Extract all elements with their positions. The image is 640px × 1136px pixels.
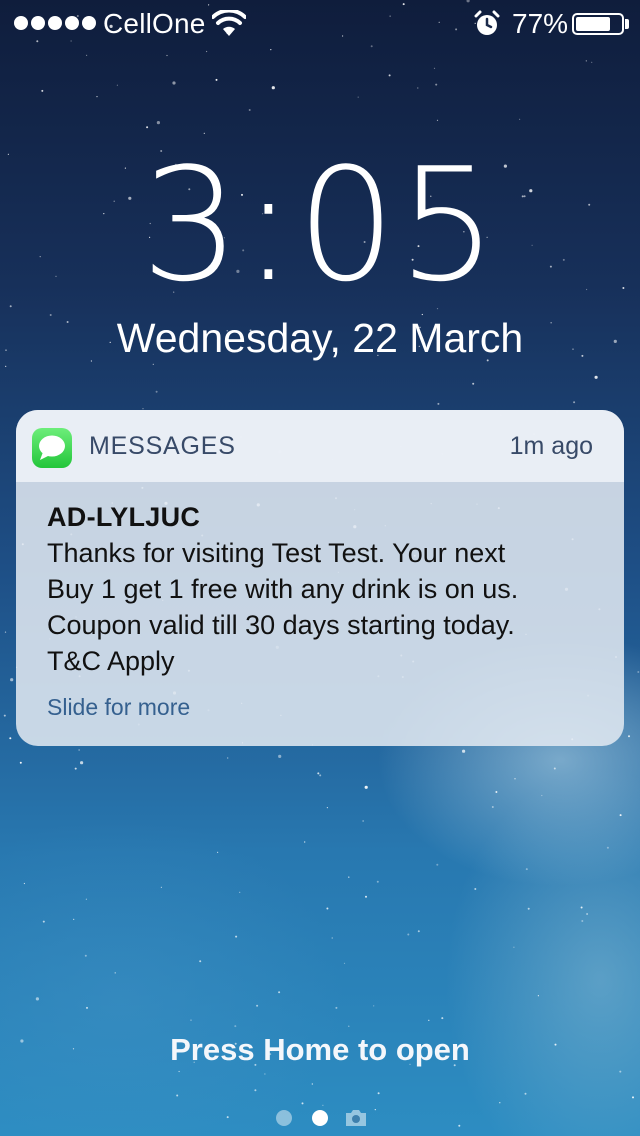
lock-screen-date: Wednesday, 22 March — [116, 315, 524, 361]
page-indicator[interactable] — [276, 1106, 376, 1130]
battery-percentage: 77% — [512, 8, 569, 39]
notification-message-line: T&C Apply — [47, 646, 175, 676]
alarm-clock-icon — [474, 10, 500, 35]
wifi-icon — [212, 10, 246, 36]
notification-header: MESSAGES 1m ago — [16, 410, 624, 482]
lock-screen-time: 3:05 — [140, 134, 500, 316]
status-bar: CellOne 77% — [0, 0, 640, 48]
page-dot[interactable] — [276, 1110, 292, 1126]
messages-notification[interactable]: MESSAGES 1m ago AD-LYLJUC Thanks for vis… — [16, 410, 624, 746]
slide-for-more-hint[interactable]: Slide for more — [47, 694, 190, 721]
notification-message-line: Coupon valid till 30 days starting today… — [47, 610, 515, 640]
carrier-name: CellOne — [103, 8, 206, 39]
battery-tip — [625, 19, 629, 29]
battery-icon — [572, 13, 624, 35]
notification-app-name: MESSAGES — [89, 432, 236, 460]
camera-icon[interactable] — [344, 1108, 368, 1128]
notification-sender: AD-LYLJUC — [47, 502, 201, 532]
page-dot-current[interactable] — [312, 1110, 328, 1126]
press-home-hint: Press Home to open — [170, 1032, 470, 1067]
signal-strength-icon — [14, 16, 96, 30]
notification-message-line: Thanks for visiting Test Test. Your next — [47, 538, 506, 568]
notification-time: 1m ago — [509, 432, 593, 460]
messages-icon — [32, 428, 72, 468]
battery-level-fill — [576, 17, 610, 31]
notification-message-line: Buy 1 get 1 free with any drink is on us… — [47, 574, 519, 604]
